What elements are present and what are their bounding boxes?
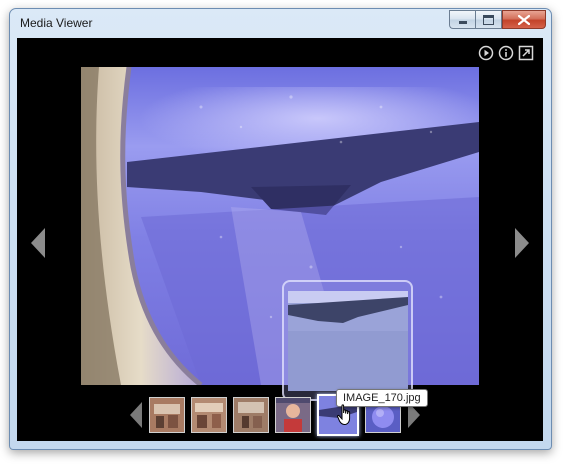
viewer-toolbar (478, 45, 534, 61)
preview-image (288, 291, 408, 391)
close-icon (518, 14, 530, 25)
title-bar[interactable]: Media Viewer (10, 9, 551, 37)
filmstrip-prev-arrow-icon[interactable] (129, 401, 143, 429)
info-icon[interactable] (498, 45, 514, 61)
next-image-arrow-icon[interactable] (513, 227, 531, 259)
maximize-button[interactable] (475, 10, 502, 29)
filmstrip-thumbnail[interactable] (233, 397, 269, 433)
main-image (81, 67, 479, 385)
previous-image-arrow-icon[interactable] (29, 227, 47, 259)
minimize-icon (458, 21, 467, 24)
close-button[interactable] (502, 10, 546, 29)
window-controls (449, 10, 546, 29)
window-title: Media Viewer (20, 16, 93, 30)
media-viewer-window: Media Viewer IMAGE_170.jpg (9, 8, 552, 450)
viewer-stage: IMAGE_170.jpg (17, 38, 543, 441)
filmstrip-thumbnail[interactable] (191, 397, 227, 433)
thumbnail-hover-preview (282, 280, 413, 401)
filmstrip-thumbnail[interactable] (275, 397, 311, 433)
maximize-icon (483, 14, 494, 25)
play-icon[interactable] (478, 45, 494, 61)
fullscreen-icon[interactable] (518, 45, 534, 61)
hand-cursor-icon (337, 404, 351, 426)
airplane-wing-photo (81, 67, 479, 385)
filmstrip-thumbnail[interactable] (149, 397, 185, 433)
minimize-button[interactable] (449, 10, 475, 29)
